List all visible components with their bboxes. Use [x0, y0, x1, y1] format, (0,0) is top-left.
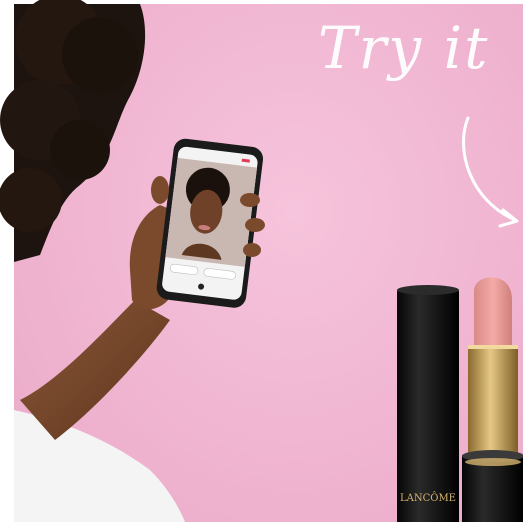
- arm: [20, 300, 170, 440]
- curved-arrow-icon: [462, 116, 519, 228]
- brand-logo-cap: LANCÔME: [400, 492, 456, 504]
- scene-illustration: LANCÔME: [0, 0, 523, 522]
- white-shirt: [14, 410, 185, 522]
- lipstick-cap: LANCÔME: [397, 285, 459, 522]
- ad-image: Try it LANCÔME: [0, 0, 523, 522]
- person-hair: [0, 0, 146, 262]
- lipstick-open: [462, 277, 523, 522]
